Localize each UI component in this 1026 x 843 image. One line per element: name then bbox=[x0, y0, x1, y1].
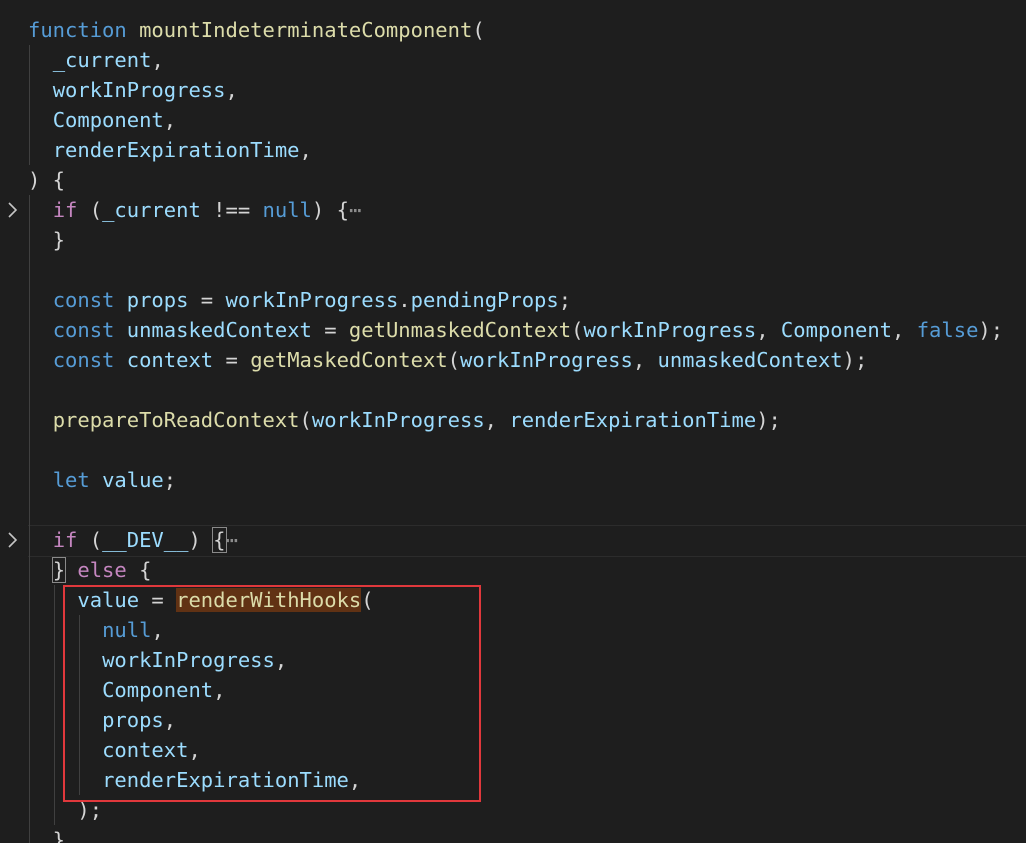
render-expiration-time-ref: renderExpirationTime bbox=[509, 408, 757, 432]
function-name: mountIndeterminateComponent bbox=[139, 18, 473, 42]
value-var: value bbox=[102, 468, 164, 492]
get-unmasked-context-call: getUnmaskedContext bbox=[348, 318, 572, 342]
props-var: props bbox=[126, 288, 189, 312]
code-line: let value; bbox=[52, 468, 177, 492]
code-line: renderExpirationTime, bbox=[52, 138, 312, 162]
code-line: props, bbox=[102, 708, 177, 732]
current-check-var: _current bbox=[102, 198, 201, 222]
const-keyword: const bbox=[52, 348, 115, 372]
code-line: } bbox=[28, 828, 66, 843]
code-line: value = renderWithHooks( bbox=[77, 588, 374, 612]
param-render-expiration-time: renderExpirationTime bbox=[52, 138, 300, 162]
code-line: const unmaskedContext = getUnmaskedConte… bbox=[52, 318, 1004, 342]
else-keyword: else bbox=[77, 558, 127, 582]
param-work-in-progress: workInProgress bbox=[52, 78, 226, 102]
code-line: const props = workInProgress.pendingProp… bbox=[52, 288, 572, 312]
not-equal-operator: !== bbox=[213, 198, 251, 222]
code-line: workInProgress, bbox=[52, 78, 238, 102]
code-line: ) { bbox=[28, 168, 66, 192]
dev-flag: __DEV__ bbox=[102, 528, 189, 552]
param-component: Component bbox=[52, 108, 164, 132]
code-line: Component, bbox=[102, 678, 226, 702]
code-line: } bbox=[28, 228, 66, 252]
null-literal: null bbox=[262, 198, 312, 222]
work-in-progress-ref: workInProgress bbox=[583, 318, 757, 342]
let-keyword: let bbox=[52, 468, 90, 492]
code-line: _current, bbox=[52, 48, 164, 72]
code-line: Component, bbox=[52, 108, 177, 132]
const-keyword: const bbox=[52, 288, 115, 312]
code-line: null, bbox=[102, 618, 164, 642]
code-editor[interactable]: function mountIndeterminateComponent( _c… bbox=[0, 0, 1026, 843]
work-in-progress-ref: workInProgress bbox=[311, 408, 485, 432]
code-line-folded: if (_current !== null) {⋯ bbox=[52, 198, 362, 222]
if-keyword: if bbox=[52, 198, 78, 222]
code-line: context, bbox=[102, 738, 201, 762]
code-line: } else { bbox=[51, 557, 152, 583]
if-keyword: if bbox=[52, 528, 78, 552]
pending-props-member: pendingProps bbox=[410, 288, 559, 312]
work-in-progress-ref: workInProgress bbox=[225, 288, 399, 312]
context-var: context bbox=[126, 348, 214, 372]
param-current: _current bbox=[52, 48, 152, 72]
unmasked-context-ref: unmaskedContext bbox=[657, 348, 843, 372]
function-keyword: function bbox=[28, 18, 127, 42]
fold-ellipsis[interactable]: ⋯ bbox=[349, 198, 361, 222]
code-line: ); bbox=[28, 798, 103, 822]
code-line: renderExpirationTime, bbox=[102, 768, 362, 792]
annotation-highlight-box bbox=[63, 585, 481, 802]
unmasked-context-var: unmaskedContext bbox=[126, 318, 312, 342]
work-in-progress-ref: workInProgress bbox=[460, 348, 633, 372]
code-line: const context = getMaskedContext(workInP… bbox=[52, 348, 868, 372]
const-keyword: const bbox=[52, 318, 115, 342]
component-ref: Component bbox=[780, 318, 893, 342]
code-line: workInProgress, bbox=[102, 648, 288, 672]
code-line: prepareToReadContext(workInProgress, ren… bbox=[52, 408, 781, 432]
prepare-to-read-context-call: prepareToReadContext bbox=[52, 408, 300, 432]
code-line-folded: if (__DEV__) {⋯ bbox=[52, 527, 238, 553]
get-masked-context-call: getMaskedContext bbox=[250, 348, 448, 372]
code-line: function mountIndeterminateComponent( bbox=[28, 18, 485, 42]
fold-ellipsis[interactable]: ⋯ bbox=[226, 528, 238, 552]
false-literal: false bbox=[916, 318, 979, 342]
